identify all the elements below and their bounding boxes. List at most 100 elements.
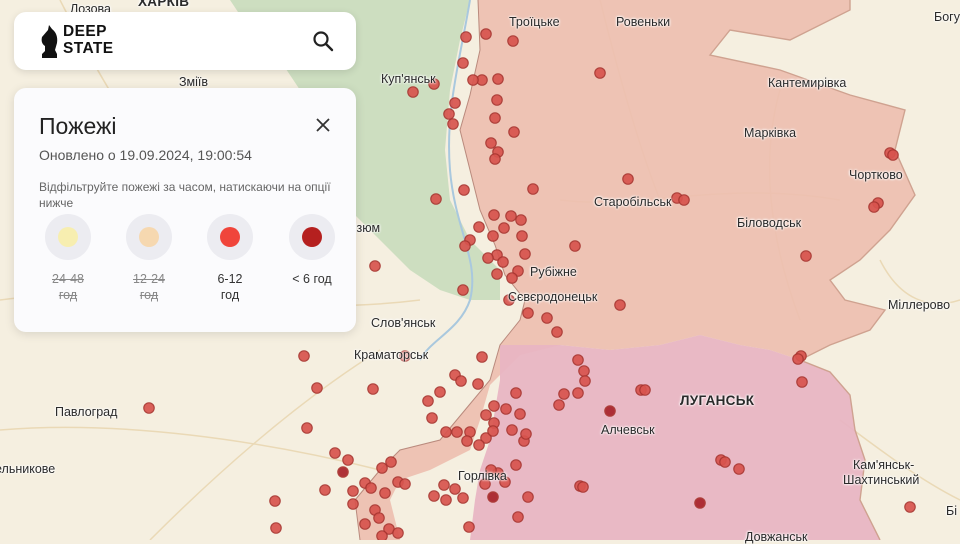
fire-marker[interactable]: [143, 402, 155, 414]
fire-marker[interactable]: [639, 384, 651, 396]
fire-marker[interactable]: [369, 260, 381, 272]
fire-marker[interactable]: [553, 399, 565, 411]
fire-marker[interactable]: [527, 183, 539, 195]
fire-marker[interactable]: [482, 252, 494, 264]
fire-marker[interactable]: [508, 126, 520, 138]
filter-6-12h[interactable]: 6-12 год: [201, 214, 259, 303]
fire-marker[interactable]: [792, 353, 804, 365]
fire-marker[interactable]: [459, 240, 471, 252]
fire-marker[interactable]: [487, 230, 499, 242]
fire-marker[interactable]: [301, 422, 313, 434]
fire-marker[interactable]: [449, 97, 461, 109]
fire-marker[interactable]: [298, 350, 310, 362]
fire-marker[interactable]: [572, 387, 584, 399]
fire-marker[interactable]: [868, 201, 880, 213]
fire-marker[interactable]: [719, 456, 731, 468]
fire-marker[interactable]: [904, 501, 916, 513]
fire-marker[interactable]: [434, 386, 446, 398]
fire-marker[interactable]: [558, 388, 570, 400]
fire-marker[interactable]: [426, 412, 438, 424]
fire-marker[interactable]: [440, 494, 452, 506]
fire-marker[interactable]: [337, 466, 349, 478]
fire-marker[interactable]: [443, 108, 455, 120]
filter-24-48h[interactable]: 24-48 год: [39, 214, 97, 303]
fire-marker[interactable]: [367, 383, 379, 395]
fire-marker[interactable]: [519, 248, 531, 260]
fire-marker[interactable]: [457, 284, 469, 296]
fire-marker[interactable]: [541, 312, 553, 324]
fire-marker[interactable]: [694, 497, 706, 509]
fire-marker[interactable]: [473, 221, 485, 233]
fire-marker[interactable]: [476, 351, 488, 363]
fire-marker[interactable]: [329, 447, 341, 459]
fire-marker[interactable]: [614, 299, 626, 311]
fire-marker[interactable]: [379, 487, 391, 499]
fire-marker[interactable]: [480, 409, 492, 421]
fire-marker[interactable]: [455, 375, 467, 387]
fire-marker[interactable]: [347, 498, 359, 510]
fire-marker[interactable]: [438, 479, 450, 491]
fire-marker[interactable]: [457, 492, 469, 504]
fire-marker[interactable]: [569, 240, 581, 252]
fire-marker[interactable]: [489, 112, 501, 124]
fire-marker[interactable]: [376, 462, 388, 474]
fire-marker[interactable]: [733, 463, 745, 475]
fire-marker[interactable]: [578, 365, 590, 377]
search-icon[interactable]: [312, 30, 334, 52]
fire-marker[interactable]: [488, 400, 500, 412]
fire-marker[interactable]: [319, 484, 331, 496]
fire-marker[interactable]: [467, 74, 479, 86]
fire-marker[interactable]: [311, 382, 323, 394]
fire-marker[interactable]: [359, 518, 371, 530]
fire-marker[interactable]: [461, 435, 473, 447]
fire-marker[interactable]: [365, 482, 377, 494]
fire-marker[interactable]: [376, 530, 388, 540]
fire-marker[interactable]: [463, 521, 475, 533]
fire-marker[interactable]: [887, 149, 899, 161]
fire-marker[interactable]: [440, 426, 452, 438]
fire-marker[interactable]: [472, 378, 484, 390]
fire-marker[interactable]: [485, 137, 497, 149]
fire-marker[interactable]: [522, 491, 534, 503]
fire-marker[interactable]: [520, 428, 532, 440]
fire-marker[interactable]: [572, 354, 584, 366]
fire-marker[interactable]: [342, 454, 354, 466]
fire-marker[interactable]: [385, 456, 397, 468]
fire-marker[interactable]: [451, 426, 463, 438]
fire-marker[interactable]: [510, 387, 522, 399]
fire-marker[interactable]: [594, 67, 606, 79]
brand-name[interactable]: DEEP STATE: [63, 23, 114, 57]
fire-marker[interactable]: [505, 210, 517, 222]
fire-marker[interactable]: [487, 491, 499, 503]
fire-marker[interactable]: [516, 230, 528, 242]
fire-marker[interactable]: [678, 194, 690, 206]
filter-12-24h[interactable]: 12-24 год: [120, 214, 178, 303]
fire-marker[interactable]: [447, 118, 459, 130]
fire-marker[interactable]: [510, 459, 522, 471]
fire-marker[interactable]: [622, 173, 634, 185]
fire-marker[interactable]: [407, 86, 419, 98]
fire-marker[interactable]: [347, 485, 359, 497]
fire-marker[interactable]: [392, 527, 404, 539]
fire-marker[interactable]: [489, 153, 501, 165]
fire-marker[interactable]: [507, 35, 519, 47]
fire-marker[interactable]: [800, 250, 812, 262]
fire-marker[interactable]: [492, 73, 504, 85]
fire-marker[interactable]: [577, 481, 589, 493]
fire-marker[interactable]: [522, 307, 534, 319]
fire-marker[interactable]: [551, 326, 563, 338]
fire-marker[interactable]: [514, 408, 526, 420]
fire-marker[interactable]: [506, 272, 518, 284]
close-icon[interactable]: [316, 118, 330, 132]
fire-marker[interactable]: [458, 184, 470, 196]
fire-marker[interactable]: [491, 268, 503, 280]
fire-marker[interactable]: [457, 57, 469, 69]
fire-marker[interactable]: [430, 193, 442, 205]
fire-marker[interactable]: [422, 395, 434, 407]
fire-marker[interactable]: [498, 222, 510, 234]
fire-marker[interactable]: [428, 490, 440, 502]
fire-marker[interactable]: [269, 495, 281, 507]
fire-marker[interactable]: [460, 31, 472, 43]
knight-logo-icon[interactable]: [38, 24, 60, 58]
fire-marker[interactable]: [579, 375, 591, 387]
